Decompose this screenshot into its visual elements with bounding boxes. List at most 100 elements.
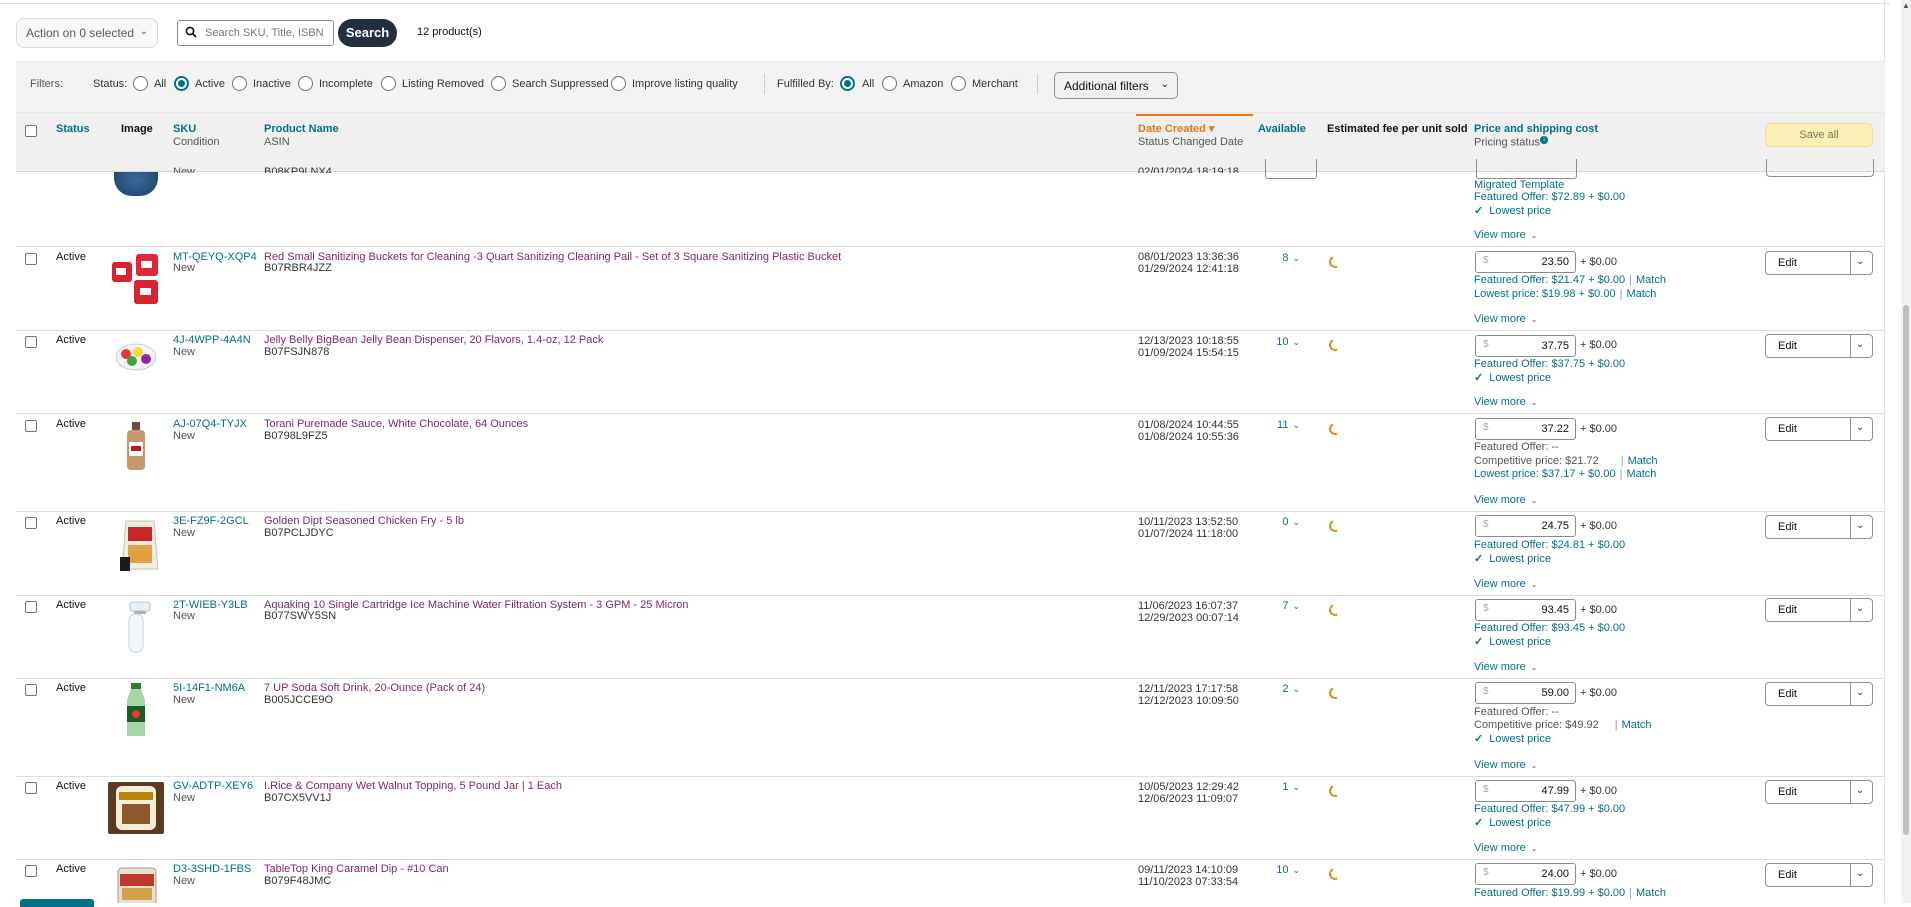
edit-button[interactable]: Edit ⌄ (1765, 863, 1873, 887)
save-all-button[interactable]: Save all (1765, 123, 1873, 147)
row-available-dropdown[interactable]: 0 ⌄ (1272, 516, 1300, 529)
row-price-input[interactable]: $37.22 (1475, 418, 1576, 440)
row-available-dropdown[interactable]: 10 ⌄ (1272, 864, 1300, 877)
product-image[interactable] (116, 866, 158, 903)
chevron-down-icon[interactable]: ⌄ (1856, 422, 1864, 433)
match-link[interactable]: Match (1626, 288, 1656, 300)
header-price[interactable]: Price and shipping cost Pricing status i (1474, 123, 1598, 150)
view-more-link[interactable]: View more ⌄ (1474, 759, 1537, 772)
search-input[interactable] (203, 24, 331, 42)
floating-action-button[interactable] (20, 899, 94, 907)
header-sku[interactable]: SKU Condition (173, 123, 219, 149)
partial-available-input[interactable] (1265, 159, 1317, 179)
view-more-link[interactable]: View more ⌄ (1474, 494, 1537, 507)
match-link[interactable]: Match (1626, 468, 1656, 480)
view-more-link[interactable]: View more ⌄ (1474, 229, 1537, 242)
search-button[interactable]: Search (338, 19, 397, 47)
match-link[interactable]: Match (1622, 719, 1652, 731)
chevron-down-icon[interactable]: ⌄ (1856, 603, 1864, 614)
edit-button[interactable]: Edit ⌄ (1765, 251, 1873, 275)
status-search-suppressed-radio[interactable] (491, 76, 506, 91)
status-inactive-radio[interactable] (232, 76, 247, 91)
row-checkbox[interactable] (25, 253, 37, 265)
row-available-dropdown[interactable]: 1 ⌄ (1272, 781, 1300, 794)
status-inactive-label[interactable]: Inactive (253, 76, 291, 92)
chevron-down-icon[interactable]: ⌄ (1856, 339, 1864, 350)
product-image[interactable] (112, 342, 160, 372)
status-listing-removed-label[interactable]: Listing Removed (402, 76, 484, 92)
row-price-input[interactable]: $24.75 (1475, 515, 1576, 537)
row-available-dropdown[interactable]: 11 ⌄ (1272, 419, 1300, 432)
row-available-dropdown[interactable]: 8 ⌄ (1272, 252, 1300, 265)
fulfilled-all-label[interactable]: All (862, 76, 874, 92)
row-price-input[interactable]: $93.45 (1475, 599, 1576, 621)
match-link[interactable]: Match (1636, 274, 1666, 286)
partial-price-input[interactable] (1476, 159, 1577, 179)
bulk-action-dropdown[interactable]: Action on 0 selected ⌄ (16, 18, 158, 48)
status-incomplete-radio[interactable] (298, 76, 313, 91)
view-more-link[interactable]: View more ⌄ (1474, 578, 1537, 591)
status-listing-removed-radio[interactable] (381, 76, 396, 91)
fulfilled-amazon-label[interactable]: Amazon (903, 76, 943, 92)
row-checkbox[interactable] (25, 517, 37, 529)
edit-button[interactable]: Edit ⌄ (1765, 417, 1873, 441)
row-checkbox[interactable] (25, 601, 37, 613)
fulfilled-merchant-radio[interactable] (951, 76, 966, 91)
row-product-name-link[interactable]: Red Small Sanitizing Buckets for Cleanin… (264, 251, 841, 264)
view-more-link[interactable]: View more ⌄ (1474, 842, 1537, 855)
status-search-suppressed-label[interactable]: Search Suppressed (512, 76, 609, 92)
chevron-down-icon[interactable]: ⌄ (1856, 785, 1864, 796)
product-image[interactable] (118, 600, 154, 656)
scroll-up-arrow-icon[interactable]: ▲ (1902, 2, 1910, 10)
fulfilled-all-radio[interactable] (840, 76, 855, 91)
view-more-link[interactable]: View more ⌄ (1474, 396, 1537, 409)
row-checkbox[interactable] (25, 782, 37, 794)
row-price-input[interactable]: $59.00 (1475, 682, 1576, 704)
status-active-label[interactable]: Active (195, 76, 225, 92)
chevron-down-icon[interactable]: ⌄ (1856, 520, 1864, 531)
additional-filters-button[interactable]: Additional filters ⌄ (1054, 72, 1178, 99)
row-price-input[interactable]: $24.00 (1475, 863, 1576, 885)
product-image[interactable] (124, 420, 148, 472)
row-price-input[interactable]: $23.50 (1475, 251, 1576, 273)
row-available-dropdown[interactable]: 2 ⌄ (1272, 683, 1300, 696)
chevron-down-icon[interactable]: ⌄ (1856, 687, 1864, 698)
header-status[interactable]: Status (56, 123, 90, 136)
header-date-created[interactable]: Date Created ▾ Status Changed Date (1138, 123, 1243, 149)
row-checkbox[interactable] (25, 865, 37, 877)
row-available-dropdown[interactable]: 7 ⌄ (1272, 600, 1300, 613)
product-image[interactable] (116, 517, 164, 573)
status-incomplete-label[interactable]: Incomplete (319, 76, 373, 92)
match-link[interactable]: Match (1636, 887, 1666, 899)
edit-button[interactable]: Edit ⌄ (1765, 682, 1873, 706)
search-field[interactable] (177, 20, 334, 46)
chevron-down-icon[interactable]: ⌄ (1856, 256, 1864, 267)
product-image[interactable] (114, 172, 158, 196)
chevron-down-icon[interactable]: ⌄ (1856, 868, 1864, 879)
fulfilled-merchant-label[interactable]: Merchant (972, 76, 1018, 92)
edit-button[interactable]: Edit ⌄ (1765, 515, 1873, 539)
product-image[interactable] (108, 782, 164, 834)
status-all-radio[interactable] (133, 76, 148, 91)
row-checkbox[interactable] (25, 420, 37, 432)
edit-button[interactable]: Edit ⌄ (1765, 780, 1873, 804)
header-product-name[interactable]: Product Name ASIN (264, 123, 339, 149)
row-price-input[interactable]: $37.75 (1475, 335, 1576, 357)
fulfilled-amazon-radio[interactable] (882, 76, 897, 91)
scrollbar-thumb[interactable] (1903, 305, 1909, 835)
status-improve-quality-radio[interactable] (611, 76, 626, 91)
header-available[interactable]: Available (1258, 123, 1306, 136)
status-improve-quality-label[interactable]: Improve listing quality (632, 76, 738, 92)
edit-button[interactable]: Edit ⌄ (1765, 598, 1873, 622)
row-checkbox[interactable] (25, 336, 37, 348)
view-more-link[interactable]: View more ⌄ (1474, 661, 1537, 674)
product-image[interactable] (110, 252, 164, 306)
view-more-link[interactable]: View more ⌄ (1474, 313, 1537, 326)
row-price-input[interactable]: $47.99 (1475, 780, 1576, 802)
select-all-checkbox[interactable] (25, 125, 37, 137)
product-image[interactable] (116, 682, 156, 738)
match-link[interactable]: Match (1628, 455, 1658, 467)
status-active-radio[interactable] (174, 76, 189, 91)
row-available-dropdown[interactable]: 10 ⌄ (1272, 336, 1300, 349)
row-checkbox[interactable] (25, 684, 37, 696)
